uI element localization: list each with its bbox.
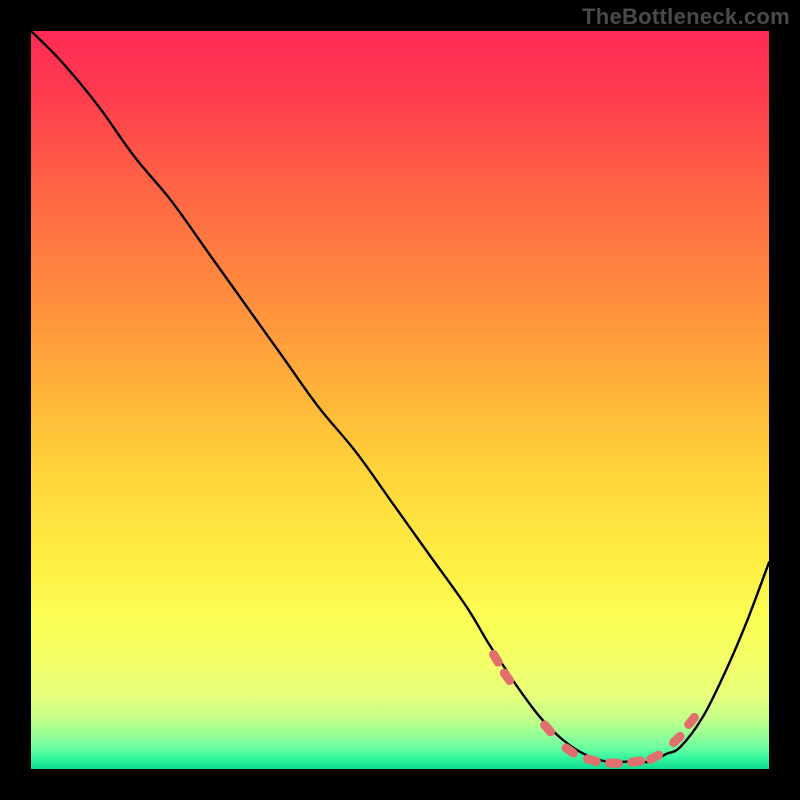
chart-svg xyxy=(31,31,769,769)
curve-marker xyxy=(667,730,686,749)
chart-frame: TheBottleneck.com xyxy=(0,0,800,800)
bottleneck-curve-path xyxy=(31,31,769,762)
curve-marker xyxy=(538,719,557,739)
curve-marker xyxy=(682,711,700,731)
curve-layer xyxy=(31,31,769,762)
watermark-text: TheBottleneck.com xyxy=(582,4,790,30)
curve-marker xyxy=(627,756,646,768)
curve-marker xyxy=(605,758,623,768)
curve-marker xyxy=(498,667,516,687)
curve-markers-group xyxy=(487,648,700,768)
plot-area xyxy=(31,31,769,769)
curve-marker xyxy=(582,753,602,767)
